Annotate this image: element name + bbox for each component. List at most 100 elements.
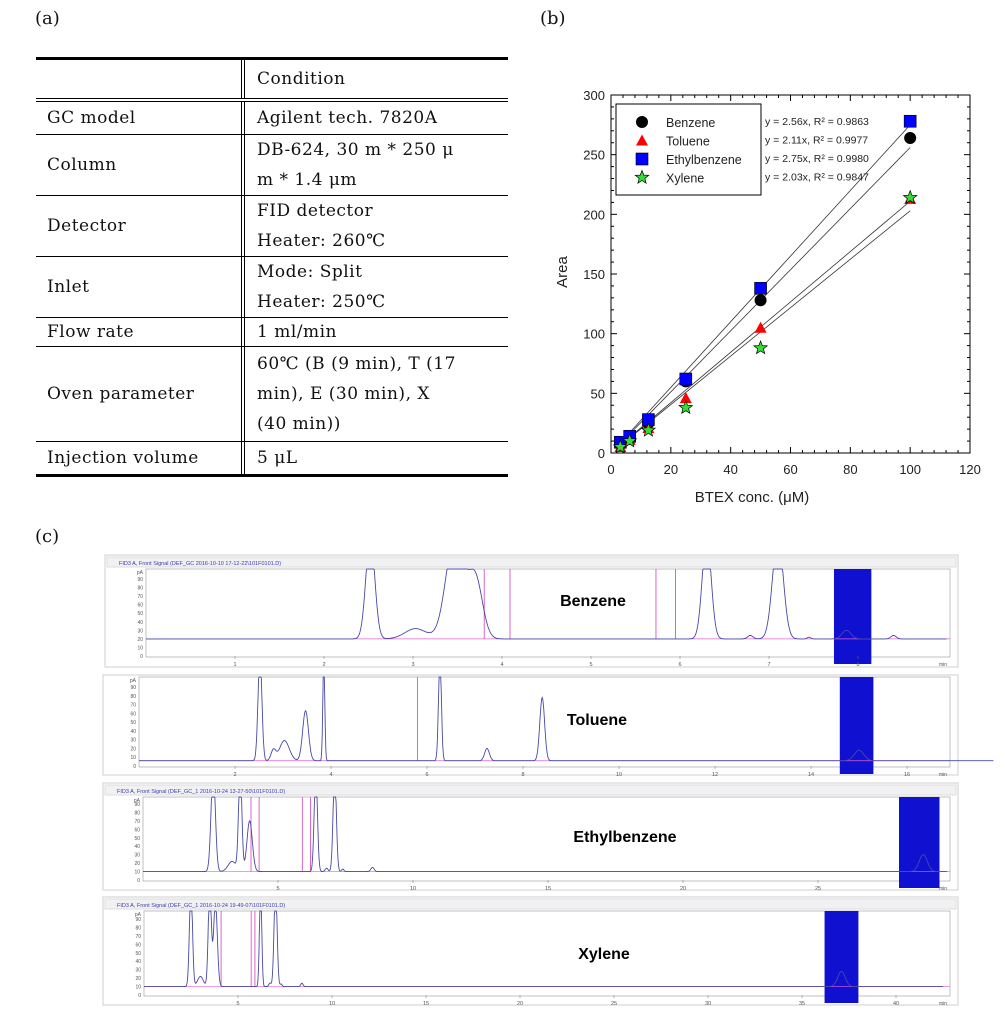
data-point-ethylbenzene — [903, 114, 917, 128]
y-tick-label: 10 — [130, 755, 136, 761]
y-axis-label: Area — [554, 256, 571, 288]
x-tick-label: 20 — [664, 462, 678, 477]
y-tick-label: 70 — [137, 594, 143, 600]
x-axis-label: BTEX conc. (μM) — [695, 489, 810, 506]
y-tick-label: 10 — [137, 645, 143, 651]
compound-label: Toluene — [567, 712, 627, 729]
fit-line-xylene — [619, 210, 911, 447]
y-unit-label: pA — [134, 798, 141, 804]
y-tick-label: 70 — [130, 703, 136, 709]
highlight-box — [833, 569, 872, 664]
y-tick-label: 0 — [138, 993, 141, 999]
x-tick-label: 14 — [808, 772, 814, 778]
signal-header-text: FID3 A, Front Signal (DEF_GC_1 2016-10-2… — [117, 789, 285, 795]
x-tick-label: 7 — [767, 662, 770, 668]
x-tick-label: 35 — [799, 1001, 805, 1007]
x-unit-label: min — [939, 662, 947, 668]
y-tick-label: 200 — [583, 207, 605, 222]
legend-label: Benzene — [666, 116, 715, 130]
y-tick-label: 60 — [137, 603, 143, 609]
x-tick-label: 1 — [233, 662, 236, 668]
x-unit-label: min — [939, 1001, 947, 1007]
x-tick-label: 2 — [233, 772, 236, 778]
x-tick-label: 6 — [678, 662, 681, 668]
highlight-box — [899, 797, 940, 888]
x-tick-label: 25 — [611, 1001, 617, 1007]
compound-label: Benzene — [560, 593, 626, 610]
x-tick-label: 120 — [959, 462, 981, 477]
y-tick-label: 50 — [130, 720, 136, 726]
x-tick-label: 8 — [856, 662, 859, 668]
y-tick-label: 50 — [137, 611, 143, 617]
y-unit-label: pA — [130, 678, 137, 684]
calibration-chart: 0 20 40 60 80 100 120 0 50 100 150 200 250 300 BTEX co… — [554, 88, 981, 506]
x-tick-label: 5 — [589, 662, 592, 668]
fit-equation: y = 2.03x, R² = 0.9847 — [765, 172, 869, 184]
y-tick-label: 60 — [135, 942, 141, 948]
data-point-benzene — [904, 131, 917, 144]
y-tick-label: 40 — [135, 959, 141, 965]
y-tick-label: 20 — [130, 746, 136, 752]
y-tick-label: 90 — [130, 685, 136, 691]
y-tick-label: 60 — [130, 711, 136, 717]
x-tick-label: 3 — [411, 662, 414, 668]
highlight-box — [824, 911, 859, 1003]
x-tick-label: 15 — [423, 1001, 429, 1007]
x-tick-label: 20 — [517, 1001, 523, 1007]
y-tick-label: 150 — [583, 267, 605, 282]
x-tick-label: 15 — [545, 886, 551, 892]
y-tick-label: 40 — [134, 844, 140, 850]
y-tick-label: 80 — [134, 810, 140, 816]
legend-marker-benzene — [636, 116, 648, 128]
y-tick-label: 80 — [135, 925, 141, 931]
y-tick-label: 0 — [140, 654, 143, 660]
y-tick-label: 10 — [134, 870, 140, 876]
fit-line-toluene — [619, 200, 911, 446]
y-tick-label: 20 — [137, 637, 143, 643]
y-tick-label: 250 — [583, 148, 605, 163]
fit-equation: y = 2.11x, R² = 0.9977 — [765, 135, 868, 147]
y-tick-label: 30 — [137, 628, 143, 634]
x-unit-label: min — [939, 772, 947, 778]
data-point-ethylbenzene — [679, 372, 693, 386]
y-tick-label: 300 — [583, 88, 605, 103]
signal-header-text: FID3 A, Front Signal (DEF_GC 2016-10-10 … — [119, 561, 281, 567]
y-tick-label: 90 — [137, 577, 143, 583]
x-tick-label: 20 — [680, 886, 686, 892]
figure-canvas: 0 20 40 60 80 100 120050100150200250300BTEX co… — [102, 88, 994, 1007]
fit-equation: y = 2.75x, R² = 0.9980 — [765, 153, 869, 165]
y-tick-label: 30 — [130, 738, 136, 744]
x-tick-label: 2 — [322, 662, 325, 668]
y-tick-label: 100 — [583, 327, 605, 342]
y-tick-label: 0 — [133, 764, 136, 770]
y-tick-label: 50 — [591, 386, 605, 401]
x-tick-label: 80 — [843, 462, 857, 477]
signal-header-text: FID3 A, Front Signal (DEF_GC_1 2016-10-2… — [117, 903, 285, 909]
y-tick-label: 80 — [137, 586, 143, 592]
compound-label: Xylene — [578, 946, 630, 963]
fit-equation: y = 2.56x, R² = 0.9863 — [765, 116, 869, 128]
y-tick-label: 0 — [598, 446, 605, 461]
y-tick-label: 50 — [135, 951, 141, 957]
x-tick-label: 6 — [425, 772, 428, 778]
data-point-benzene — [754, 294, 767, 307]
x-tick-label: 12 — [712, 772, 718, 778]
x-tick-label: 16 — [904, 772, 910, 778]
y-tick-label: 70 — [135, 934, 141, 940]
chromatogram-frame — [102, 674, 959, 776]
y-unit-label: pA — [135, 912, 142, 918]
y-tick-label: 60 — [134, 827, 140, 833]
y-tick-label: 70 — [134, 819, 140, 825]
compound-label: Ethylbenzene — [573, 829, 676, 846]
x-tick-label: 60 — [783, 462, 797, 477]
chromatogram-xylene: FID3 A, Front Signal (DEF_GC_1 2016-10-2… — [102, 896, 959, 1007]
y-tick-label: 50 — [134, 836, 140, 842]
y-tick-label: 30 — [135, 968, 141, 974]
x-tick-label: 10 — [329, 1001, 335, 1007]
x-tick-label: 5 — [236, 1001, 239, 1007]
y-tick-label: 0 — [137, 878, 140, 884]
legend-marker-ethylbenzene — [635, 152, 649, 166]
chromatogram-ethylbenzene: FID3 A, Front Signal (DEF_GC_1 2016-10-2… — [102, 782, 959, 892]
legend-label: Xylene — [666, 172, 704, 186]
y-tick-label: 10 — [135, 985, 141, 991]
